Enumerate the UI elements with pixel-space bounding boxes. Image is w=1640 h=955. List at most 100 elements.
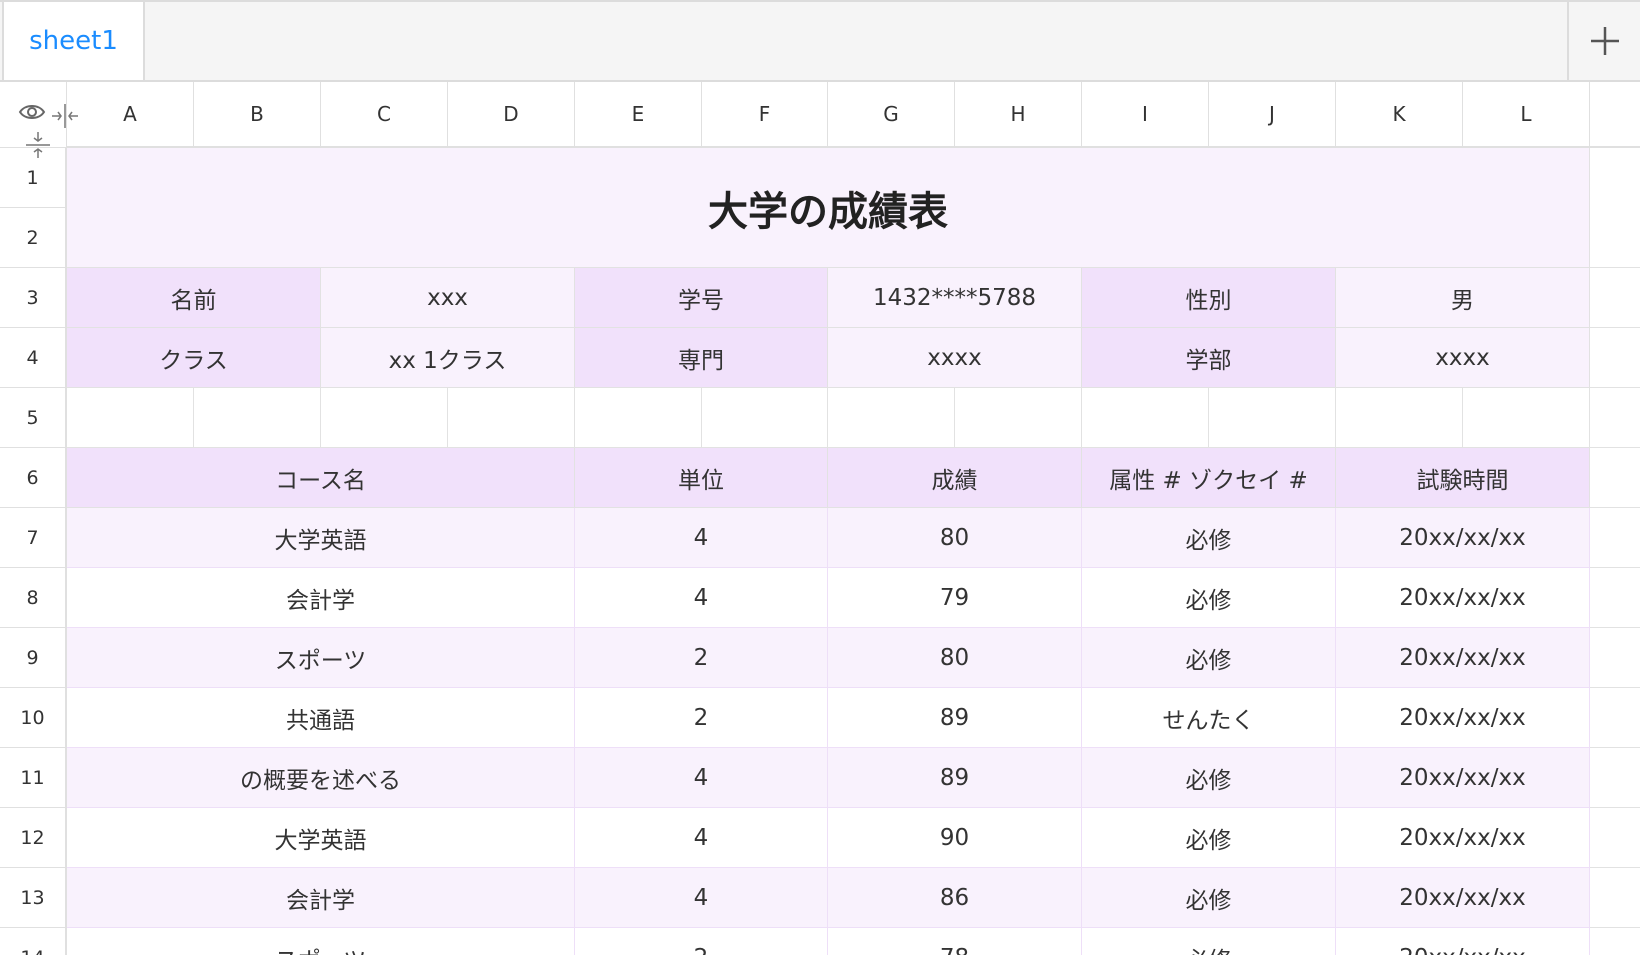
table-row-5-attribute[interactable]: 必修 — [1082, 748, 1336, 808]
table-row-8-course[interactable]: スポーツ — [67, 928, 575, 955]
table-row-7-course[interactable]: 会計学 — [67, 868, 575, 928]
table-row-5-grade[interactable]: 89 — [828, 748, 1082, 808]
table-row-6-grade[interactable]: 90 — [828, 808, 1082, 868]
cell-h5[interactable] — [955, 388, 1082, 448]
table-row-4-grade[interactable]: 89 — [828, 688, 1082, 748]
column-header-c[interactable]: C — [321, 82, 448, 148]
cell-d5[interactable] — [448, 388, 575, 448]
cell-edge-10[interactable] — [1590, 688, 1640, 748]
cell-a5[interactable] — [67, 388, 194, 448]
eye-icon[interactable] — [18, 102, 46, 122]
row-header-8[interactable]: 8 — [0, 568, 67, 628]
table-row-1-grade[interactable]: 80 — [828, 508, 1082, 568]
sheet-tab[interactable]: sheet1 — [2, 2, 145, 80]
table-row-6-attribute[interactable]: 必修 — [1082, 808, 1336, 868]
cell-name-value[interactable]: xxx — [321, 268, 575, 328]
header-attribute[interactable]: 属性 # ゾクセイ # — [1082, 448, 1336, 508]
cell-edge-6[interactable] — [1590, 448, 1640, 508]
cell-faculty-label[interactable]: 学部 — [1082, 328, 1336, 388]
cell-f5[interactable] — [702, 388, 828, 448]
table-row-7-credits[interactable]: 4 — [575, 868, 828, 928]
cell-e5[interactable] — [575, 388, 702, 448]
table-row-2-attribute[interactable]: 必修 — [1082, 568, 1336, 628]
row-header-7[interactable]: 7 — [0, 508, 67, 568]
column-header-e[interactable]: E — [575, 82, 702, 148]
row-header-6[interactable]: 6 — [0, 448, 67, 508]
cell-faculty-value[interactable]: xxxx — [1336, 328, 1590, 388]
column-header-l[interactable]: L — [1463, 82, 1590, 148]
cell-gender-value[interactable]: 男 — [1336, 268, 1590, 328]
row-header-1[interactable]: 1 — [0, 148, 67, 208]
row-header-9[interactable]: 9 — [0, 628, 67, 688]
add-sheet-button[interactable] — [1567, 2, 1640, 80]
table-row-1-exam-date[interactable]: 20xx/xx/xx — [1336, 508, 1590, 568]
table-row-5-exam-date[interactable]: 20xx/xx/xx — [1336, 748, 1590, 808]
table-row-5-credits[interactable]: 4 — [575, 748, 828, 808]
table-row-4-course[interactable]: 共通語 — [67, 688, 575, 748]
cell-edge-3[interactable] — [1590, 268, 1640, 328]
header-grade[interactable]: 成績 — [828, 448, 1082, 508]
table-row-6-credits[interactable]: 4 — [575, 808, 828, 868]
cell-c5[interactable] — [321, 388, 448, 448]
cell-edge-4[interactable] — [1590, 328, 1640, 388]
cell-edge-14[interactable] — [1590, 928, 1640, 955]
table-row-7-attribute[interactable]: 必修 — [1082, 868, 1336, 928]
row-header-5[interactable]: 5 — [0, 388, 67, 448]
column-header-d[interactable]: D — [448, 82, 575, 148]
row-header-10[interactable]: 10 — [0, 688, 67, 748]
table-row-3-exam-date[interactable]: 20xx/xx/xx — [1336, 628, 1590, 688]
row-header-14[interactable]: 14 — [0, 928, 67, 955]
cell-student-id-label[interactable]: 学号 — [575, 268, 828, 328]
cell-student-id-value[interactable]: 1432****5788 — [828, 268, 1082, 328]
column-header-i[interactable]: I — [1082, 82, 1209, 148]
table-row-3-grade[interactable]: 80 — [828, 628, 1082, 688]
cell-l5[interactable] — [1463, 388, 1590, 448]
table-row-8-credits[interactable]: 2 — [575, 928, 828, 955]
cell-class-value[interactable]: xx 1クラス — [321, 328, 575, 388]
table-row-7-grade[interactable]: 86 — [828, 868, 1082, 928]
header-credits[interactable]: 単位 — [575, 448, 828, 508]
table-row-4-attribute[interactable]: せんたく — [1082, 688, 1336, 748]
cell-edge-9[interactable] — [1590, 628, 1640, 688]
table-row-8-grade[interactable]: 78 — [828, 928, 1082, 955]
column-header-k[interactable]: K — [1336, 82, 1463, 148]
table-row-1-credits[interactable]: 4 — [575, 508, 828, 568]
cell-edge-5[interactable] — [1590, 388, 1640, 448]
row-header-3[interactable]: 3 — [0, 268, 67, 328]
cell-class-label[interactable]: クラス — [67, 328, 321, 388]
row-header-2[interactable]: 2 — [0, 208, 67, 268]
cell-edge-11[interactable] — [1590, 748, 1640, 808]
table-row-7-exam-date[interactable]: 20xx/xx/xx — [1336, 868, 1590, 928]
cell-g5[interactable] — [828, 388, 955, 448]
column-header-b[interactable]: B — [194, 82, 321, 148]
column-header-a[interactable]: A — [67, 82, 194, 148]
table-row-2-grade[interactable]: 79 — [828, 568, 1082, 628]
table-row-8-exam-date[interactable]: 20xx/xx/xx — [1336, 928, 1590, 955]
table-row-2-exam-date[interactable]: 20xx/xx/xx — [1336, 568, 1590, 628]
table-row-1-course[interactable]: 大学英語 — [67, 508, 575, 568]
row-header-13[interactable]: 13 — [0, 868, 67, 928]
cell-edge-8[interactable] — [1590, 568, 1640, 628]
column-header-h[interactable]: H — [955, 82, 1082, 148]
row-header-4[interactable]: 4 — [0, 328, 67, 388]
header-exam-date[interactable]: 試験時間 — [1336, 448, 1590, 508]
table-row-6-course[interactable]: 大学英語 — [67, 808, 575, 868]
cell-i5[interactable] — [1082, 388, 1209, 448]
table-row-1-attribute[interactable]: 必修 — [1082, 508, 1336, 568]
row-header-11[interactable]: 11 — [0, 748, 67, 808]
table-row-3-credits[interactable]: 2 — [575, 628, 828, 688]
cell-name-label[interactable]: 名前 — [67, 268, 321, 328]
table-row-3-course[interactable]: スポーツ — [67, 628, 575, 688]
row-header-12[interactable]: 12 — [0, 808, 67, 868]
table-row-4-exam-date[interactable]: 20xx/xx/xx — [1336, 688, 1590, 748]
cell-major-label[interactable]: 専門 — [575, 328, 828, 388]
table-row-6-exam-date[interactable]: 20xx/xx/xx — [1336, 808, 1590, 868]
header-course-name[interactable]: コース名 — [67, 448, 575, 508]
column-header-f[interactable]: F — [702, 82, 828, 148]
cell-j5[interactable] — [1209, 388, 1336, 448]
cell-edge-13[interactable] — [1590, 868, 1640, 928]
table-row-4-credits[interactable]: 2 — [575, 688, 828, 748]
table-row-2-course[interactable]: 会計学 — [67, 568, 575, 628]
column-header-j[interactable]: J — [1209, 82, 1336, 148]
cell-edge-12[interactable] — [1590, 808, 1640, 868]
